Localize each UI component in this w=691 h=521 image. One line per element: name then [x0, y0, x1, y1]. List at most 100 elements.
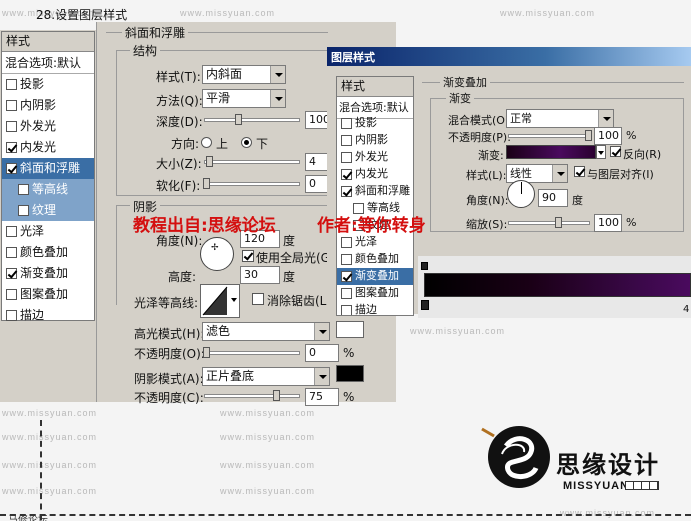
left-style-item[interactable]: 外发光 [2, 116, 94, 137]
go-opacity-thumb[interactable] [585, 130, 592, 141]
altitude-input[interactable]: 30 [240, 266, 280, 284]
dialog-style-checkbox[interactable] [341, 135, 352, 146]
go-scale-slider[interactable] [508, 217, 590, 228]
go-gradient-swatch[interactable] [506, 145, 596, 159]
soften-thumb[interactable] [203, 178, 210, 189]
left-style-checkbox[interactable] [6, 100, 17, 111]
go-scale-input[interactable]: 100 [594, 214, 622, 232]
blend-options-item[interactable]: 混合选项:默认 [2, 53, 94, 74]
global-light-checkbox[interactable] [242, 250, 254, 262]
dialog-style-checkbox[interactable] [341, 305, 352, 315]
gloss-contour-preview[interactable] [200, 284, 240, 318]
swirl-logo-icon [488, 426, 550, 488]
altitude-label: 高度: [168, 270, 197, 284]
left-style-checkbox[interactable] [6, 226, 17, 237]
dialog-style-checkbox[interactable] [341, 237, 352, 248]
highlight-opacity-slider[interactable] [203, 347, 300, 358]
go-angle-dial-needle [521, 182, 522, 194]
left-style-item[interactable]: 内阴影 [2, 95, 94, 116]
direction-down-radio[interactable] [241, 137, 252, 148]
watermark-text: www.missyuan.com [560, 508, 656, 518]
gradient-bar[interactable] [424, 273, 691, 297]
dialog-style-checkbox[interactable] [341, 288, 352, 299]
shadow-color-swatch[interactable] [336, 365, 364, 382]
left-style-item[interactable]: 投影 [2, 74, 94, 95]
left-style-checkbox[interactable] [6, 79, 17, 90]
dialog-style-checkbox[interactable] [341, 254, 352, 265]
dialog-style-item-label: 图案叠加 [355, 286, 399, 299]
left-style-checkbox[interactable] [6, 121, 17, 132]
dialog-style-item[interactable]: 投影 [337, 115, 413, 132]
dialog-style-checkbox[interactable] [341, 169, 352, 180]
left-style-item[interactable]: 斜面和浮雕 [2, 158, 94, 179]
go-blend-select[interactable]: 正常 [506, 109, 614, 128]
left-style-item[interactable]: 等高线 [2, 179, 94, 200]
dialog-style-item[interactable]: 内阴影 [337, 132, 413, 149]
size-input[interactable]: 4 [305, 153, 329, 171]
go-reverse-checkbox[interactable] [610, 146, 621, 157]
left-style-checkbox[interactable] [18, 184, 29, 195]
left-style-checkbox[interactable] [6, 163, 17, 174]
left-style-checkbox[interactable] [6, 310, 17, 321]
shadow-opacity-slider[interactable] [204, 390, 300, 401]
left-style-checkbox[interactable] [6, 289, 17, 300]
highlight-color-swatch[interactable] [336, 321, 364, 338]
bevel-section-title: 斜面和浮雕 [122, 24, 189, 41]
size-slider[interactable] [204, 156, 300, 167]
shadow-mode-select[interactable]: 正片叠底 [202, 367, 330, 386]
go-align-checkbox[interactable] [574, 166, 585, 177]
dialog-style-item[interactable]: 内发光 [337, 166, 413, 183]
go-gradient-dropdown[interactable] [596, 145, 606, 159]
soften-input[interactable]: 0 [305, 175, 329, 193]
go-scale-pct: % [626, 216, 637, 229]
credit-author: 作者:等你转身 [317, 216, 426, 236]
dialog-style-checkbox[interactable] [341, 118, 352, 129]
left-style-item[interactable]: 颜色叠加 [2, 242, 94, 263]
left-style-item[interactable]: 内发光 [2, 137, 94, 158]
dialog-style-item[interactable]: 描边 [337, 302, 413, 315]
size-thumb[interactable] [206, 156, 213, 167]
go-angle-label: 角度(N): [466, 194, 509, 207]
dialog-title-bar[interactable]: 图层样式 [327, 47, 691, 66]
highlight-opacity-input[interactable]: 0 [305, 344, 339, 362]
dialog-style-checkbox[interactable] [341, 186, 352, 197]
left-style-checkbox[interactable] [18, 205, 29, 216]
left-style-checkbox[interactable] [6, 268, 17, 279]
dialog-style-item[interactable]: 斜面和浮雕 [337, 183, 413, 200]
dialog-style-item[interactable]: 渐变叠加 [337, 268, 413, 285]
direction-up-radio[interactable] [201, 137, 212, 148]
dialog-style-checkbox[interactable] [341, 152, 352, 163]
left-style-item[interactable]: 光泽 [2, 221, 94, 242]
left-style-item[interactable]: 渐变叠加 [2, 263, 94, 284]
shadow-opacity-thumb[interactable] [273, 390, 280, 401]
highlight-mode-select[interactable]: 滤色 [202, 322, 330, 341]
gradient-color-stop[interactable] [421, 300, 429, 310]
left-style-item[interactable]: 描边 [2, 305, 94, 326]
go-angle-input[interactable]: 90 [538, 189, 568, 207]
go-opacity-slider[interactable] [508, 130, 592, 141]
highlight-opacity-thumb[interactable] [203, 347, 210, 358]
dialog-style-item[interactable]: 颜色叠加 [337, 251, 413, 268]
depth-slider[interactable] [204, 114, 300, 125]
go-scale-thumb[interactable] [555, 217, 562, 228]
left-style-checkbox[interactable] [6, 247, 17, 258]
method-select[interactable]: 平滑 [202, 89, 286, 108]
dialog-style-item[interactable]: 图案叠加 [337, 285, 413, 302]
gradient-opacity-stop[interactable] [421, 262, 428, 270]
chevron-down-icon [598, 110, 613, 127]
depth-input[interactable]: 100 [305, 111, 330, 129]
dialog-style-checkbox[interactable] [341, 271, 352, 282]
soften-slider[interactable] [203, 178, 300, 189]
shadow-opacity-input[interactable]: 75 [305, 388, 339, 406]
left-style-item[interactable]: 纹理 [2, 200, 94, 221]
dialog-style-item[interactable]: 光泽 [337, 234, 413, 251]
antialias-checkbox[interactable] [252, 293, 264, 305]
dialog-style-item[interactable]: 外发光 [337, 149, 413, 166]
left-style-item[interactable]: 图案叠加 [2, 284, 94, 305]
go-opacity-input[interactable]: 100 [594, 127, 622, 145]
gradient-overlay-title: 渐变叠加 [440, 74, 490, 90]
depth-thumb[interactable] [235, 114, 242, 125]
left-style-checkbox[interactable] [6, 142, 17, 153]
antialias-label: 消除锯齿(L) [267, 294, 332, 308]
style-select[interactable]: 内斜面 [202, 65, 286, 84]
